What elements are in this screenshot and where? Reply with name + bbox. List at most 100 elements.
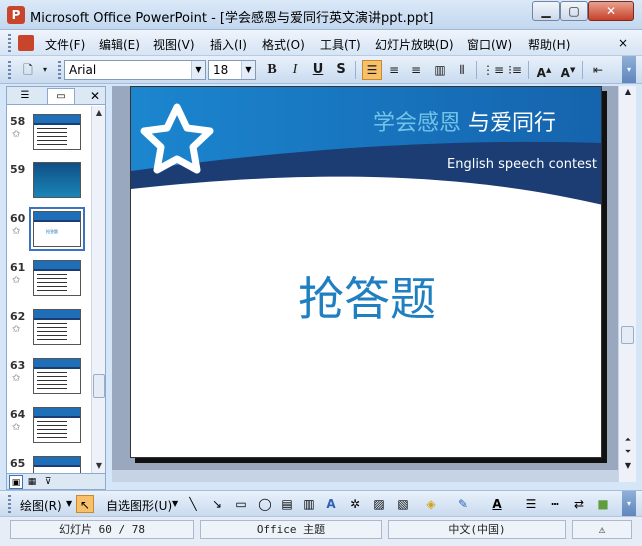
ellipse-tool-icon[interactable]: ◯ [256,495,274,513]
chevron-down-icon[interactable]: ▼ [66,499,72,508]
list-item[interactable]: 62 ✩ [7,309,91,347]
chevron-down-icon[interactable]: ▼ [172,499,178,508]
slides-scrollbar[interactable]: ▲ ▼ [91,106,105,473]
close-button[interactable]: ✕ [588,1,634,21]
slide-thumbnail[interactable] [33,407,81,443]
draw-menu-button[interactable]: 绘图(R) [20,497,62,514]
slide-sorter-view-icon[interactable]: ▦ [25,475,39,489]
slide-main-text[interactable]: 抢答题 [131,263,601,329]
toolbar-options-icon[interactable]: ▾ [38,60,52,80]
list-item[interactable]: 60 ✩ 抢答题 [7,207,91,251]
vertical-scrollbar[interactable]: ▲ ⏶ ⏷ ▼ [618,86,636,482]
spelling-check-icon[interactable]: ⚠ [572,520,632,539]
list-item[interactable]: 63 ✩ [7,358,91,396]
menu-slideshow[interactable]: 幻灯片放映(D) [375,36,454,53]
toolbar-grip-icon[interactable] [8,61,11,79]
italic-button[interactable]: I [285,60,305,80]
numbering-button[interactable]: ⋮≡ [482,60,504,80]
vertical-textbox-icon[interactable]: ▥ [300,495,318,513]
menu-window[interactable]: 窗口(W) [467,36,512,53]
scroll-up-icon[interactable]: ▲ [621,86,635,98]
toolbar-more-icon[interactable]: ▾ [622,56,636,83]
drawbar-grip-icon[interactable] [8,495,11,513]
slide-thumbnail[interactable] [33,114,81,150]
rectangle-tool-icon[interactable]: ▭ [232,495,250,513]
chevron-down-icon[interactable]: ▼ [191,61,205,79]
toolbar-more-icon[interactable]: ▾ [622,491,636,516]
line-color-icon[interactable]: ✎ [454,495,472,513]
scroll-thumb[interactable] [621,326,634,344]
document-icon[interactable] [18,35,34,51]
slide-thumbnail[interactable] [33,309,81,345]
previous-slide-icon[interactable]: ⏶ [621,434,635,446]
list-item[interactable]: 59 [7,162,91,200]
line-tool-icon[interactable]: ╲ [184,495,202,513]
bullets-button[interactable]: ⁝≡ [505,60,525,80]
slide-thumbnail[interactable] [33,358,81,394]
font-toolbar-grip-icon[interactable] [58,61,61,79]
maximize-button[interactable]: ▢ [560,1,588,21]
minimize-button[interactable]: ▁ [532,1,560,21]
current-slide[interactable]: 学会感恩 与爱同行 English speech contest 抢答题 [130,86,602,458]
arrow-style-icon[interactable]: ⇄ [570,495,588,513]
underline-button[interactable]: U [308,60,328,80]
font-name-select[interactable]: Arial ▼ [64,60,206,80]
dash-style-icon[interactable]: ┅ [546,495,564,513]
fill-color-icon[interactable]: ◈ [422,495,440,513]
tab-outline[interactable]: ☰ [11,88,39,104]
shadow-button[interactable]: S [331,60,351,80]
menu-help[interactable]: 帮助(H) [528,36,570,53]
menu-file[interactable]: 文件(F) [45,36,85,53]
font-size-select[interactable]: 18 ▼ [208,60,256,80]
shadow-style-icon[interactable]: ■ [594,495,612,513]
chevron-down-icon[interactable]: ▼ [241,61,255,79]
scroll-thumb[interactable] [93,374,105,398]
picture-icon[interactable]: ▧ [394,495,412,513]
menu-edit[interactable]: 编辑(E) [99,36,140,53]
arrow-tool-icon[interactable]: ↘ [208,495,226,513]
menu-tools[interactable]: 工具(T) [320,36,361,53]
decrease-font-size-button[interactable]: A▼ [558,60,578,80]
tab-slides[interactable]: ▭ [47,88,75,104]
new-document-icon[interactable]: 🗋 [18,60,38,80]
increase-font-size-button[interactable]: A▲ [534,60,554,80]
list-item[interactable]: 64 ✩ [7,407,91,445]
decrease-indent-button[interactable]: ⇤ [588,60,608,80]
column-align-button[interactable]: ⫴ [452,60,472,80]
slide-thumbnail[interactable] [33,260,81,296]
slideshow-view-icon[interactable]: ⊽ [41,475,55,489]
slide-thumbnail[interactable]: 抢答题 [33,211,81,247]
align-right-button[interactable]: ≡ [406,60,426,80]
select-pointer-icon[interactable]: ↖ [76,495,94,513]
list-item[interactable]: 61 ✩ [7,260,91,298]
powerpoint-app-icon[interactable]: P [7,6,25,24]
animation-star-icon: ✩ [12,226,21,237]
menu-format[interactable]: 格式(O) [262,36,305,53]
align-left-button[interactable]: ☰ [362,60,382,80]
next-slide-icon[interactable]: ⏷ [621,446,635,458]
normal-view-icon[interactable]: ▣ [9,475,23,489]
list-item[interactable]: 58 ✩ [7,114,91,152]
align-center-button[interactable]: ≡ [384,60,404,80]
font-color-icon[interactable]: A [488,495,506,513]
scroll-down-icon[interactable]: ▼ [92,459,106,473]
wordart-icon[interactable]: A [322,495,340,513]
list-item[interactable]: 65 [7,456,91,473]
slide-thumbnail[interactable] [33,456,81,473]
bold-button[interactable]: B [262,60,282,80]
horizontal-scrollbar[interactable] [112,470,618,482]
distributed-align-button[interactable]: ▥ [430,60,450,80]
scroll-down-icon[interactable]: ▼ [621,460,635,472]
menu-insert[interactable]: 插入(I) [210,36,247,53]
autoshapes-menu-button[interactable]: 自选图形(U) [106,497,172,514]
slide-thumbnail[interactable] [33,162,81,198]
diagram-icon[interactable]: ✲ [346,495,364,513]
close-icon[interactable]: ✕ [87,88,103,104]
line-style-icon[interactable]: ☰ [522,495,540,513]
scroll-up-icon[interactable]: ▲ [92,106,106,120]
clipart-icon[interactable]: ▨ [370,495,388,513]
menubar-grip-icon[interactable] [8,34,11,52]
menu-view[interactable]: 视图(V) [153,36,195,53]
close-document-button[interactable]: × [614,35,632,51]
textbox-tool-icon[interactable]: ▤ [278,495,296,513]
